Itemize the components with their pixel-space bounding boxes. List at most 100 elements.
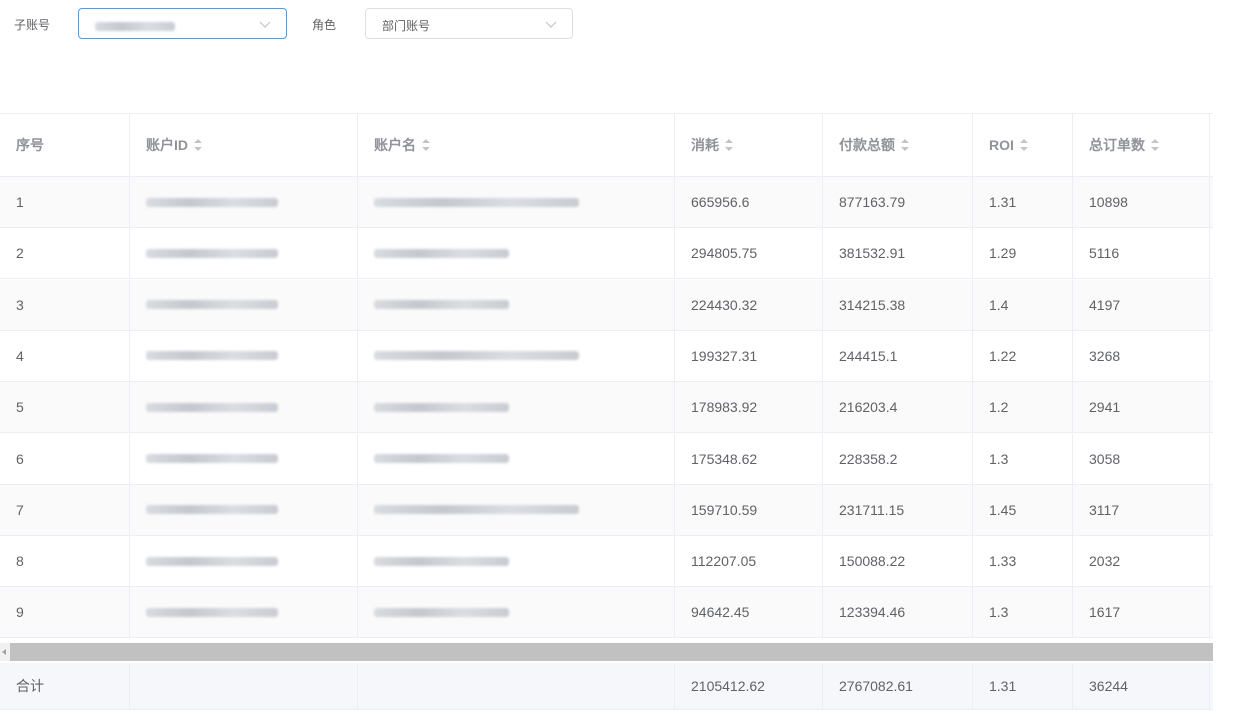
payment-total-cell: 231711.15 [823,484,973,535]
table-row[interactable]: 1 665956.6 877163.79 1.31 10898 [0,177,1213,228]
cost-cell: 112207.05 [675,536,823,587]
column-header[interactable]: ROI [973,114,1073,176]
row-index-text: 3 [16,296,24,313]
payment-total-cell-text: 123394.46 [839,604,906,621]
cost-cell: 178983.92 [675,382,823,433]
redacted-account-id [146,556,278,566]
order-count-cell-text: 4197 [1089,296,1121,313]
column-header-text: 总订单数 [1089,137,1145,153]
cost-cell-text: 665956.6 [691,194,750,210]
account-id-cell [130,177,358,227]
column-header-text: 付款总额 [839,137,895,153]
sort-icon[interactable] [194,139,202,151]
account-name-cell [358,279,675,330]
table-row[interactable]: 4 199327.31 244415.1 1.22 3268 [0,330,1213,382]
cost-cell-text: 112207.05 [691,553,757,570]
totals-cost: 2105412.62 [675,663,823,709]
horizontal-scrollbar[interactable] [10,643,1213,661]
payment-total-cell-text: 381532.91 [839,245,906,262]
order-count-cell-text: 3117 [1089,501,1120,518]
column-header: 序号 [0,114,130,176]
account-name-cell [358,433,675,484]
order-count-cell: 1617 [1073,587,1210,638]
table-row[interactable]: 8 112207.05 150088.22 1.33 2032 [0,536,1213,588]
order-count-cell-text: 2032 [1089,553,1121,570]
column-header-text: ROI [989,137,1014,153]
order-count-cell: 4197 [1073,279,1210,330]
totals-orders-text: 36244 [1089,678,1128,694]
account-name-cell [358,536,675,587]
row-index-text: 5 [16,399,24,416]
cost-cell: 224430.32 [675,279,823,330]
row-index: 2 [0,228,130,279]
account-name-cell [358,484,675,535]
roi-cell-text: 1.2 [989,399,1009,416]
table-row[interactable]: 3 224430.32 314215.38 1.4 4197 [0,279,1213,331]
sort-icon[interactable] [1151,139,1159,151]
column-header[interactable]: 消耗 [675,114,823,176]
totals-empty [130,663,358,709]
table-right-gutter [1213,113,1241,722]
payment-total-cell: 123394.46 [823,587,973,638]
row-index-text: 1 [16,194,24,210]
redacted-value [95,22,175,32]
sort-icon[interactable] [1019,139,1028,151]
order-count-cell-text: 2941 [1089,399,1121,416]
redacted-account-name [374,300,509,310]
redacted-account-id [146,505,278,515]
role-label: 角色 [312,18,337,32]
account-name-cell [358,382,675,433]
payment-total-cell-text: 877163.79 [839,194,906,210]
account-id-cell [130,330,358,381]
payment-total-cell: 150088.22 [823,536,973,587]
order-count-cell-text: 10898 [1089,194,1128,210]
roi-cell-text: 1.22 [989,347,1017,364]
order-count-cell: 3058 [1073,433,1210,484]
sort-icon[interactable] [422,139,430,151]
sort-icon[interactable] [901,139,909,151]
order-count-cell: 2032 [1073,536,1210,587]
roi-cell-text: 1.33 [989,553,1017,570]
column-header[interactable]: 付款总额 [823,114,973,176]
role-select[interactable]: 部门账号 [365,8,573,39]
table-row[interactable]: 9 94642.45 123394.46 1.3 1617 [0,587,1213,639]
scroll-left-arrow[interactable] [0,643,10,661]
row-index-text: 8 [16,553,24,570]
table-row[interactable]: 2 294805.75 381532.91 1.29 5116 [0,228,1213,280]
account-id-cell [130,382,358,433]
account-name-cell [358,587,675,638]
table-row[interactable]: 7 159710.59 231711.15 1.45 3117 [0,484,1213,536]
payment-total-cell: 216203.4 [823,382,973,433]
roi-cell-text: 1.45 [989,501,1017,518]
column-header[interactable]: 账户ID [130,114,358,176]
roi-cell: 1.3 [973,587,1073,638]
sub-account-select[interactable] [78,8,287,39]
redacted-account-id [146,300,278,310]
row-index-text: 9 [16,604,24,621]
cost-cell: 94642.45 [675,587,823,638]
order-count-cell-text: 3058 [1089,450,1121,467]
row-index-text: 4 [16,347,24,364]
table-row[interactable]: 6 175348.62 228358.2 1.3 3058 [0,433,1213,485]
chevron-down-icon [259,21,271,28]
column-header[interactable]: 总订单数 [1073,114,1210,176]
order-count-cell: 3117 [1073,484,1210,535]
roi-cell: 1.33 [973,536,1073,587]
payment-total-cell: 381532.91 [823,228,973,279]
column-header[interactable]: 账户名 [358,114,675,176]
account-name-cell [358,177,675,227]
table-row[interactable]: 5 178983.92 216203.4 1.2 2941 [0,382,1213,434]
order-count-cell-text: 5116 [1089,245,1120,262]
account-id-cell [130,279,358,330]
account-id-cell [130,433,358,484]
row-index: 3 [0,279,130,330]
redacted-account-name [374,505,579,515]
payment-total-cell-text: 228358.2 [839,450,898,467]
totals-payment-text: 2767082.61 [839,678,913,694]
payment-total-cell-text: 150088.22 [839,553,906,570]
redacted-account-name [374,197,579,207]
column-header-text: 序号 [16,137,44,153]
table-header-row: 序号 账户ID 账户名 消耗 付款总额 ROI 总订单数 [0,113,1213,177]
order-count-cell: 10898 [1073,177,1210,227]
sort-icon[interactable] [725,139,733,151]
